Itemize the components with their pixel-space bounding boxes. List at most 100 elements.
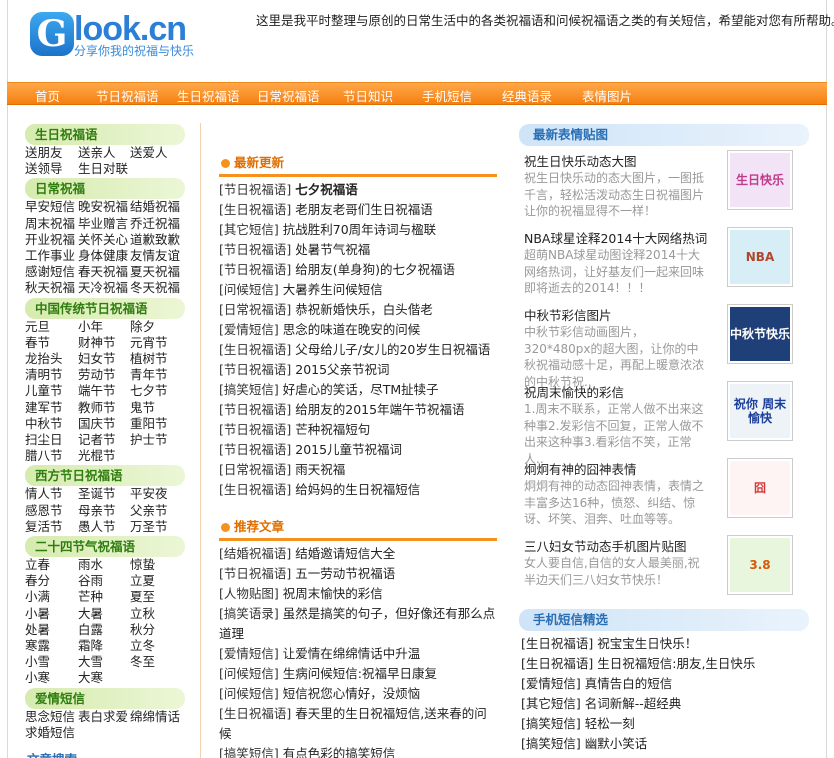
category-link[interactable]: 道歉致歉	[130, 232, 185, 248]
item-title-link[interactable]: 生病问候短信:祝福早日康复	[283, 666, 437, 681]
category-link[interactable]: 表白求爱	[78, 709, 130, 725]
category-link[interactable]: 清明节	[25, 367, 78, 383]
category-link[interactable]: 秋天祝福	[25, 280, 78, 296]
item-category-link[interactable]: [节日祝福语]	[219, 182, 291, 197]
category-link[interactable]: 感谢短信	[25, 264, 78, 280]
category-link[interactable]: 夏至	[130, 589, 185, 605]
category-link[interactable]: 求婚短信	[25, 725, 78, 741]
picture-thumbnail[interactable]: 生日快乐	[727, 150, 793, 210]
category-link[interactable]: 龙抬头	[25, 351, 78, 367]
picture-title-link[interactable]: 祝周末愉快的彩信	[524, 382, 624, 401]
nav-festival-knowledge[interactable]: 节日知识	[343, 86, 393, 105]
category-link[interactable]: 春节	[25, 335, 78, 351]
category-link[interactable]: 惊蛰	[130, 557, 185, 573]
nav-sms[interactable]: 手机短信	[422, 86, 472, 105]
picture-title-link[interactable]: 中秋节彩信图片	[524, 305, 612, 324]
category-link[interactable]: 天冷祝福	[78, 280, 130, 296]
category-link[interactable]: 建军节	[25, 400, 78, 416]
item-category-link[interactable]: [问候短信]	[219, 686, 279, 701]
category-link[interactable]: 教师节	[78, 400, 130, 416]
picture-thumbnail[interactable]: NBA	[727, 227, 793, 287]
item-category-link[interactable]: [搞笑短信]	[219, 746, 279, 758]
category-link[interactable]: 立夏	[130, 573, 185, 589]
category-link[interactable]: 记者节	[78, 432, 130, 448]
category-link[interactable]: 小满	[25, 589, 78, 605]
item-category-link[interactable]: [问候短信]	[219, 666, 279, 681]
item-category-link[interactable]: [搞笑语录]	[219, 606, 279, 621]
category-link[interactable]: 处暑	[25, 622, 78, 638]
item-title-link[interactable]: 短信祝您心情好，没烦恼	[283, 686, 421, 701]
sms-category-link[interactable]: [生日祝福语]	[521, 636, 593, 651]
category-link[interactable]: 儿童节	[25, 383, 78, 399]
item-title-link[interactable]: 让爱情在绵绵情话中升温	[283, 646, 421, 661]
item-category-link[interactable]: [爱情短信]	[219, 646, 279, 661]
item-title-link[interactable]: 父母给儿子/女儿的20岁生日祝福语	[295, 342, 490, 357]
category-link[interactable]: 复活节	[25, 519, 78, 535]
category-link[interactable]: 送领导	[25, 161, 78, 177]
category-link[interactable]: 父亲节	[130, 503, 185, 519]
nav-quotes[interactable]: 经典语录	[502, 86, 552, 105]
category-link[interactable]: 立冬	[130, 638, 185, 654]
sms-category-link[interactable]: [生日祝福语]	[521, 656, 593, 671]
item-title-link[interactable]: 芒种祝福短句	[295, 422, 370, 437]
category-link[interactable]: 晚安祝福	[78, 199, 130, 215]
category-link[interactable]: 身体健康	[78, 248, 130, 264]
item-title-link[interactable]: 祝周末愉快的彩信	[283, 586, 383, 601]
item-title-link[interactable]: 给朋友的2015年端午节祝福语	[295, 402, 464, 417]
item-category-link[interactable]: [日常祝福语]	[219, 302, 291, 317]
category-link[interactable]: 青年节	[130, 367, 185, 383]
category-link[interactable]: 冬至	[130, 654, 185, 670]
picture-thumbnail[interactable]: 中秋节快乐	[727, 304, 793, 364]
category-link[interactable]: 送朋友	[25, 145, 78, 161]
category-link[interactable]: 鬼节	[130, 400, 185, 416]
category-link[interactable]: 关怀关心	[78, 232, 130, 248]
category-link[interactable]: 扫尘日	[25, 432, 78, 448]
item-category-link[interactable]: [节日祝福语]	[219, 402, 291, 417]
item-title-link[interactable]: 给朋友(单身狗)的七夕祝福语	[295, 262, 455, 277]
item-category-link[interactable]: [节日祝福语]	[219, 362, 291, 377]
category-link[interactable]: 寒露	[25, 638, 78, 654]
category-link[interactable]: 国庆节	[78, 416, 130, 432]
category-link[interactable]: 生日对联	[78, 161, 130, 177]
item-category-link[interactable]: [生日祝福语]	[219, 706, 291, 721]
category-link[interactable]: 周末祝福	[25, 216, 78, 232]
category-link[interactable]: 春天祝福	[78, 264, 130, 280]
item-title-link[interactable]: 抗战胜利70周年诗词与楹联	[283, 222, 436, 237]
item-title-link[interactable]: 雨天祝福	[295, 462, 345, 477]
category-heading[interactable]: 中国传统节日祝福语	[25, 297, 185, 319]
item-category-link[interactable]: [搞笑短信]	[219, 382, 279, 397]
category-link[interactable]: 白露	[78, 622, 130, 638]
category-link[interactable]: 除夕	[130, 319, 185, 335]
item-category-link[interactable]: [节日祝福语]	[219, 262, 291, 277]
category-link[interactable]: 元旦	[25, 319, 78, 335]
item-category-link[interactable]: [其它短信]	[219, 222, 279, 237]
item-category-link[interactable]: [生日祝福语]	[219, 482, 291, 497]
sms-category-link[interactable]: [爱情短信]	[521, 676, 581, 691]
category-heading[interactable]: 二十四节气祝福语	[25, 536, 185, 558]
item-category-link[interactable]: [结婚祝福语]	[219, 546, 291, 561]
sms-title-link[interactable]: 幽默小笑话	[585, 736, 648, 751]
category-link[interactable]: 七夕节	[130, 383, 185, 399]
category-heading[interactable]: 爱情短信	[25, 687, 185, 709]
sms-title-link[interactable]: 祝宝宝生日快乐！	[597, 636, 697, 651]
category-link[interactable]: 开业祝福	[25, 232, 78, 248]
category-link[interactable]: 情人节	[25, 486, 78, 502]
category-link[interactable]: 大寒	[78, 670, 130, 686]
picture-thumbnail[interactable]: 3.8	[727, 535, 793, 595]
category-link[interactable]: 护士节	[130, 432, 185, 448]
category-heading[interactable]: 生日祝福语	[25, 124, 185, 145]
item-title-link[interactable]: 七夕祝福语	[295, 182, 358, 197]
category-link[interactable]: 小暑	[25, 606, 78, 622]
category-link[interactable]: 母亲节	[78, 503, 130, 519]
nav-emoticons[interactable]: 表情图片	[582, 86, 632, 105]
category-link[interactable]: 夏天祝福	[130, 264, 185, 280]
item-title-link[interactable]: 好虐心的笑话，尽TM扯犊子	[283, 382, 439, 397]
category-link[interactable]: 谷雨	[78, 573, 130, 589]
category-link[interactable]: 妇女节	[78, 351, 130, 367]
item-category-link[interactable]: [日常祝福语]	[219, 462, 291, 477]
site-logo[interactable]: G look.cn 分享你我的祝福与快乐	[30, 10, 230, 60]
category-link[interactable]: 愚人节	[78, 519, 130, 535]
category-link[interactable]: 大暑	[78, 606, 130, 622]
sms-category-link[interactable]: [搞笑短信]	[521, 716, 581, 731]
category-link[interactable]: 乔迁祝福	[130, 216, 185, 232]
